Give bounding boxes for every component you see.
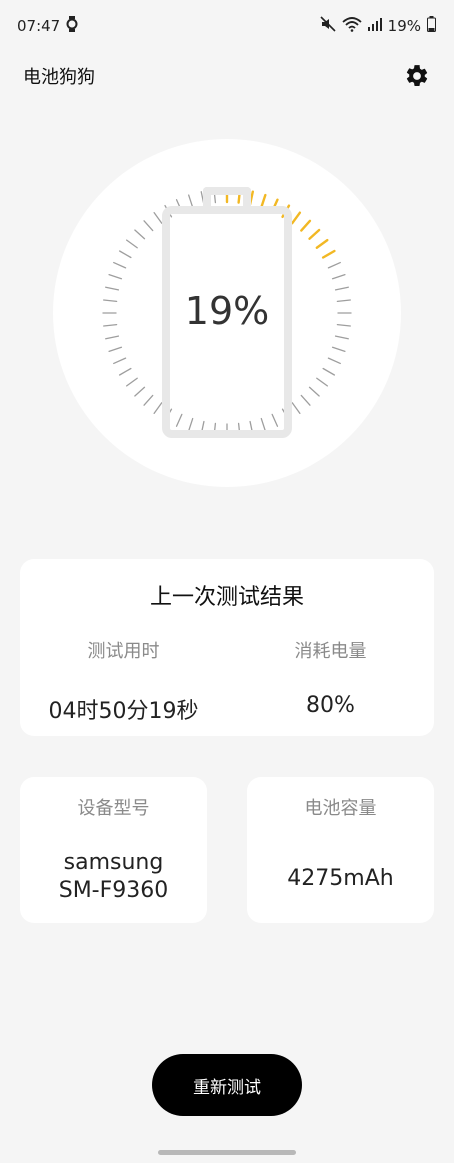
- app-title: 电池狗狗: [23, 67, 95, 88]
- capacity-card: 电池容量 4275mAh: [247, 777, 434, 923]
- consumed-column: 消耗电量 80%: [227, 637, 434, 718]
- gauge-tick-active: [291, 211, 302, 225]
- gauge-tick-active: [300, 219, 312, 232]
- gauge-tick: [308, 386, 320, 397]
- gauge-tick: [103, 299, 118, 303]
- gauge-tick: [336, 299, 351, 303]
- gauge-tick: [143, 394, 154, 406]
- device-card: 设备型号 samsung SM-F9360: [20, 777, 207, 923]
- gauge-tick: [153, 402, 163, 414]
- battery-icon: [427, 16, 436, 36]
- mute-icon: [320, 16, 336, 36]
- gauge-tick: [331, 274, 346, 280]
- consumed-value: 80%: [306, 693, 355, 718]
- gauge-tick: [105, 335, 120, 340]
- device-value: samsung SM-F9360: [58, 850, 169, 903]
- app-bar: 电池狗狗: [0, 52, 454, 100]
- last-test-title: 上一次测试结果: [149, 585, 304, 610]
- consumed-label: 消耗电量: [294, 641, 367, 662]
- gauge-tick-active: [308, 228, 321, 240]
- gauge-tick: [126, 377, 138, 387]
- gauge-tick-active: [321, 249, 336, 259]
- gauge-tick: [153, 212, 163, 224]
- gauge-tick: [331, 346, 346, 352]
- gauge-tick: [113, 261, 127, 269]
- gauge-tick: [334, 335, 349, 340]
- gauge-tick: [300, 394, 311, 406]
- watch-icon: [66, 16, 78, 36]
- gear-icon[interactable]: [402, 61, 432, 91]
- status-time: 07:47: [17, 17, 61, 35]
- gauge-tick: [108, 346, 123, 352]
- duration-label: 测试用时: [87, 641, 160, 662]
- gauge-tick: [126, 239, 138, 249]
- retest-button[interactable]: 重新测试: [152, 1054, 302, 1116]
- battery-percent: 19%: [184, 289, 270, 333]
- capacity-value: 4275mAh: [287, 866, 394, 891]
- gauge-tick: [113, 357, 127, 365]
- signal-icon: [367, 17, 382, 35]
- last-test-card: 上一次测试结果 测试用时 04时50分19秒 消耗电量 80%: [20, 559, 434, 736]
- gauge-tick: [336, 323, 351, 327]
- gauge-tick: [291, 402, 301, 414]
- gauge-tick-active: [315, 238, 329, 249]
- gauge-tick: [334, 286, 349, 291]
- home-indicator[interactable]: [158, 1150, 296, 1155]
- gauge-tick: [108, 274, 123, 280]
- duration-column: 测试用时 04时50分19秒: [20, 637, 227, 725]
- battery-gauge: 19%: [53, 139, 401, 487]
- gauge-tick: [105, 286, 120, 291]
- status-right: 19%: [320, 16, 436, 36]
- gauge-tick: [118, 250, 132, 259]
- gauge-tick: [316, 377, 328, 387]
- status-bar: 07:47 19%: [0, 0, 454, 52]
- duration-value: 04时50分19秒: [48, 699, 199, 724]
- gauge-tick: [327, 261, 341, 269]
- gauge-tick: [134, 386, 146, 397]
- status-battery-text: 19%: [387, 17, 421, 35]
- status-left: 07:47: [17, 16, 78, 36]
- gauge-tick: [134, 229, 146, 240]
- wifi-icon: [342, 16, 362, 36]
- gauge-tick: [322, 367, 336, 376]
- device-label: 设备型号: [77, 798, 150, 819]
- gauge-tick: [103, 323, 118, 327]
- capacity-label: 电池容量: [304, 798, 377, 819]
- gauge-tick: [327, 357, 341, 365]
- gauge-tick: [143, 220, 154, 232]
- gauge-tick: [118, 367, 132, 376]
